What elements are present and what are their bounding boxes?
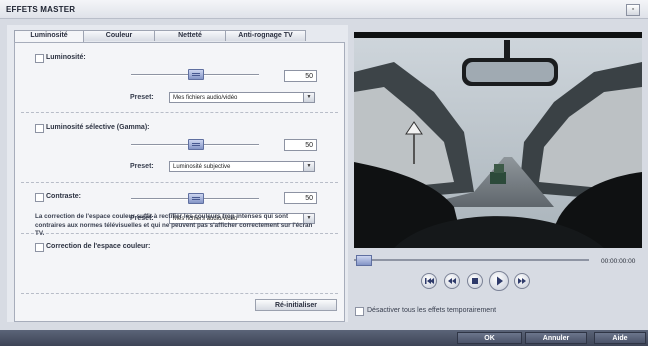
- luminosite-preset-select[interactable]: Mes fichiers audio/vidéo ▼: [169, 92, 315, 103]
- video-preview: [354, 32, 642, 248]
- timeline-scrubber[interactable]: [354, 259, 589, 261]
- gamma-preset-label: Preset:: [130, 163, 154, 170]
- luminosite-label: Luminosité:: [46, 54, 86, 61]
- title-bar: EFFETS MASTER ▫: [0, 0, 648, 19]
- reset-button[interactable]: Ré-initialiser: [255, 299, 337, 311]
- chevron-down-icon[interactable]: ▼: [303, 162, 314, 171]
- gamma-checkbox[interactable]: [35, 124, 44, 133]
- window-title: EFFETS MASTER: [6, 5, 76, 14]
- correction-checkbox[interactable]: [35, 243, 44, 252]
- help-button[interactable]: Aide: [594, 332, 646, 344]
- gamma-preset-value: Luminosité subjective: [173, 164, 231, 170]
- contraste-slider-thumb[interactable]: [188, 193, 204, 204]
- effect-tabs: Luminosité Couleur Netteté Anti-rognage …: [14, 30, 306, 42]
- close-icon[interactable]: ▫: [626, 4, 640, 16]
- tab-nettete[interactable]: Netteté: [154, 30, 226, 41]
- video-frame-image: [354, 32, 642, 248]
- luminosite-value-input[interactable]: 50: [284, 70, 317, 82]
- fast-forward-icon[interactable]: [514, 273, 530, 289]
- skip-to-start-icon[interactable]: [421, 273, 437, 289]
- tab-luminosite[interactable]: Luminosité: [14, 30, 84, 42]
- gamma-slider-thumb[interactable]: [188, 139, 204, 150]
- luminosite-checkbox[interactable]: [35, 54, 44, 63]
- luminosite-preset-value: Mes fichiers audio/vidéo: [173, 95, 238, 101]
- tab-couleur[interactable]: Couleur: [83, 30, 155, 41]
- cancel-button[interactable]: Annuler: [525, 332, 587, 344]
- stop-icon[interactable]: [467, 273, 483, 289]
- gamma-preset-select[interactable]: Luminosité subjective ▼: [169, 161, 315, 172]
- tab-anti-rognage[interactable]: Anti-rognage TV: [225, 30, 306, 41]
- timecode: 00:00:00:00: [601, 258, 636, 265]
- disable-effects-label: Désactiver tous les effets temporairemen…: [367, 307, 497, 314]
- contraste-value-input[interactable]: 50: [284, 192, 317, 204]
- divider: [21, 182, 338, 183]
- contraste-checkbox[interactable]: [35, 193, 44, 202]
- correction-description: La correction de l'espace couleur suffit…: [35, 213, 313, 237]
- disable-effects-checkbox[interactable]: [355, 307, 364, 316]
- contraste-label: Contraste:: [46, 193, 82, 200]
- rewind-icon[interactable]: [444, 273, 460, 289]
- luminosite-panel: Luminosité: 50 Preset: Mes fichiers audi…: [14, 42, 345, 322]
- timeline-playhead[interactable]: [356, 255, 372, 266]
- divider: [21, 293, 338, 294]
- gamma-value-input[interactable]: 50: [284, 139, 317, 151]
- luminosite-slider-thumb[interactable]: [188, 69, 204, 80]
- gamma-label: Luminosité sélective (Gamma):: [46, 124, 150, 131]
- luminosite-preset-label: Preset:: [130, 94, 154, 101]
- ok-button[interactable]: OK: [457, 332, 522, 344]
- chevron-down-icon[interactable]: ▼: [303, 93, 314, 102]
- divider: [21, 112, 338, 113]
- correction-label: Correction de l'espace couleur:: [46, 243, 151, 250]
- play-icon[interactable]: [489, 271, 509, 291]
